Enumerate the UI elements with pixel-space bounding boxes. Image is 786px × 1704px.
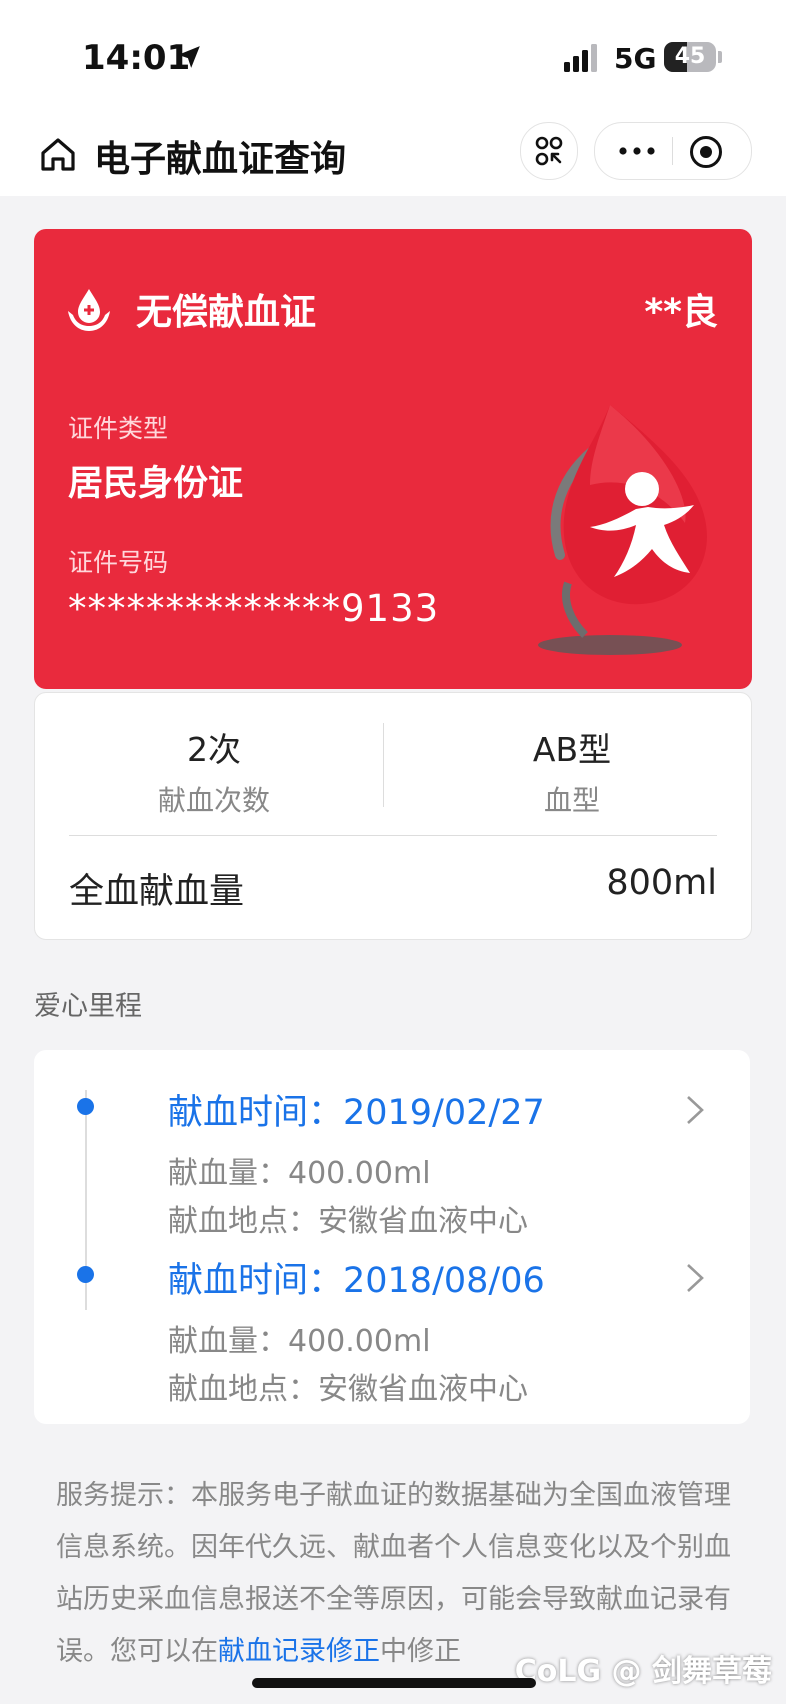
status-bar: 14:01 5G 45 [0, 0, 786, 110]
mini-program-capsule [594, 122, 752, 180]
nav-bar: 电子献血证查询 [0, 110, 786, 196]
record-amount: 献血量：400.00ml [168, 1324, 431, 1359]
home-icon[interactable] [38, 134, 78, 174]
stat-divider [383, 723, 384, 807]
timeline-dot [77, 1098, 94, 1115]
blood-type-label: 血型 [543, 784, 600, 817]
id-number-value: **************9133 [68, 587, 440, 630]
chevron-right-icon [687, 1096, 704, 1124]
record-location: 献血地点：安徽省血液中心 [168, 1372, 528, 1407]
battery-icon: 45 [664, 42, 716, 72]
blood-drop-mascot-icon [538, 405, 707, 655]
timeline-dot [77, 1266, 94, 1283]
donation-count-value: 2次 [187, 730, 241, 769]
id-number-label: 证件号码 [68, 548, 169, 577]
blood-donation-logo-icon [68, 289, 110, 331]
donation-record[interactable]: 献血时间：2018/08/06 献血量：400.00ml 献血地点：安徽省血液中… [34, 1240, 750, 1410]
record-date: 献血时间：2019/02/27 [168, 1093, 545, 1133]
donation-record[interactable]: 献血时间：2019/02/27 献血量：400.00ml 献血地点：安徽省血液中… [34, 1072, 750, 1242]
donation-certificate-card: 无偿献血证 **良 证件类型 居民身份证 证件号码 **************… [34, 229, 752, 689]
id-type-value: 居民身份证 [68, 464, 244, 504]
chevron-right-icon [687, 1264, 704, 1292]
stats-separator [69, 835, 717, 836]
whole-blood-value: 800ml [606, 863, 717, 903]
donation-count-label: 献血次数 [157, 784, 270, 817]
card-title: 无偿献血证 [136, 292, 317, 333]
home-indicator[interactable] [252, 1678, 536, 1688]
scan-icon [535, 136, 563, 166]
donation-records-card: 献血时间：2019/02/27 献血量：400.00ml 献血地点：安徽省血液中… [34, 1050, 750, 1424]
battery-level: 45 [674, 44, 706, 69]
donation-stats-card: 2次 献血次数 AB型 血型 全血献血量 800ml [34, 692, 752, 940]
close-icon[interactable] [689, 135, 723, 169]
record-date: 献血时间：2018/08/06 [168, 1261, 545, 1301]
page-title: 电子献血证查询 [94, 139, 347, 180]
whole-blood-label: 全血献血量 [69, 872, 245, 912]
holder-name: **良 [644, 292, 718, 333]
status-time: 14:01 [82, 38, 191, 78]
notice-text-end: 中修正 [380, 1636, 461, 1667]
record-location: 献血地点：安徽省血液中心 [168, 1204, 528, 1239]
section-title-journey: 爱心里程 [34, 991, 142, 1022]
signal-icon [564, 44, 597, 72]
record-amount: 献血量：400.00ml [168, 1156, 431, 1191]
id-type-label: 证件类型 [68, 414, 169, 443]
location-arrow-icon [178, 46, 200, 68]
record-correction-link[interactable]: 献血记录修正 [218, 1636, 380, 1667]
blood-type-value: AB型 [532, 730, 612, 769]
blood-type-stat: AB型 血型 [393, 723, 751, 819]
donation-count-stat: 2次 献血次数 [35, 723, 393, 819]
battery-tip [718, 51, 722, 63]
more-icon[interactable] [615, 137, 659, 165]
network-type: 5G [614, 42, 657, 75]
capsule-divider [672, 137, 673, 165]
scan-button[interactable] [520, 122, 578, 180]
watermark: CoLG @ 剑舞草莓 [514, 1654, 772, 1689]
